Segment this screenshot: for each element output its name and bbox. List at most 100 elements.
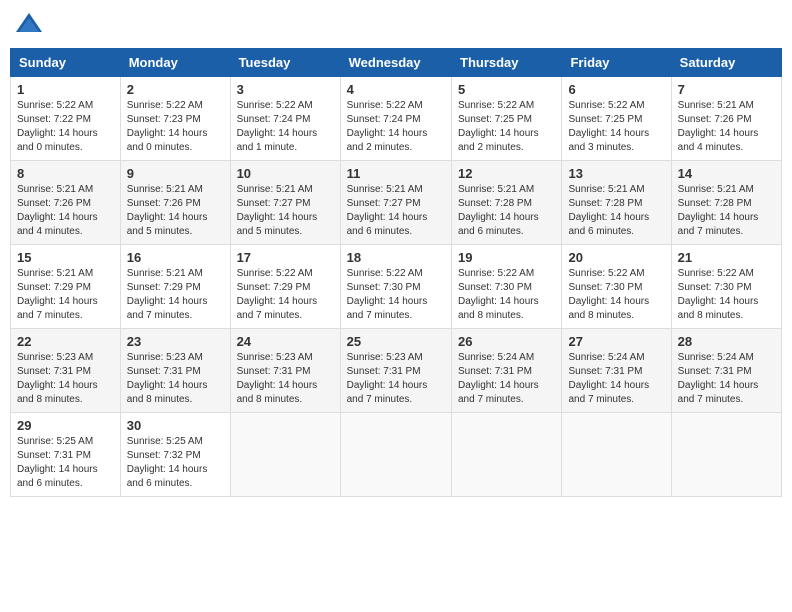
calendar-cell: 2 Sunrise: 5:22 AMSunset: 7:23 PMDaylight… [120,77,230,161]
cell-line: Daylight: 14 hours [17,380,98,391]
calendar-cell: 3Sunrise: 5:22 AMSunset: 7:24 PMDaylight… [230,77,340,161]
calendar-cell: 10Sunrise: 5:21 AMSunset: 7:27 PMDayligh… [230,161,340,245]
cell-line: and 8 minutes. [678,310,744,321]
calendar-cell: 21Sunrise: 5:22 AMSunset: 7:30 PMDayligh… [671,245,781,329]
cell-content: Sunrise: 5:21 AMSunset: 7:27 PMDaylight:… [237,183,334,239]
calendar-cell: 8Sunrise: 5:21 AMSunset: 7:26 PMDaylight… [11,161,121,245]
cell-line: Daylight: 14 hours [458,296,539,307]
cell-line: Sunrise: 5:22 AM [127,100,203,111]
calendar-cell: 5Sunrise: 5:22 AMSunset: 7:25 PMDaylight… [452,77,562,161]
cell-line: and 7 minutes. [568,394,634,405]
cell-content: Sunrise: 5:22 AMSunset: 7:23 PMDaylight:… [127,99,224,155]
cell-line: Sunset: 7:25 PM [458,114,532,125]
cell-line: Sunset: 7:24 PM [347,114,421,125]
calendar-cell: 26Sunrise: 5:24 AMSunset: 7:31 PMDayligh… [452,329,562,413]
cell-line: Sunrise: 5:22 AM [458,100,534,111]
cell-line: Daylight: 14 hours [568,212,649,223]
cell-content: Sunrise: 5:21 AMSunset: 7:28 PMDaylight:… [458,183,555,239]
cell-content: Sunrise: 5:21 AMSunset: 7:29 PMDaylight:… [17,267,114,323]
calendar-cell [452,413,562,497]
calendar-cell: 15Sunrise: 5:21 AMSunset: 7:29 PMDayligh… [11,245,121,329]
logo-icon [14,10,44,40]
day-number: 30 [127,418,224,433]
calendar-cell: 14Sunrise: 5:21 AMSunset: 7:28 PMDayligh… [671,161,781,245]
cell-content: Sunrise: 5:22 AMSunset: 7:30 PMDaylight:… [678,267,775,323]
col-friday: Friday [562,49,671,77]
cell-line: and 7 minutes. [17,310,83,321]
cell-line: and 7 minutes. [678,226,744,237]
calendar-cell: 7Sunrise: 5:21 AMSunset: 7:26 PMDaylight… [671,77,781,161]
cell-line: Sunrise: 5:24 AM [678,352,754,363]
cell-line: Sunset: 7:30 PM [458,282,532,293]
cell-line: Daylight: 14 hours [127,464,208,475]
day-number: 2 [127,82,224,97]
day-number: 12 [458,166,555,181]
cell-line: Daylight: 14 hours [678,380,759,391]
calendar-table: Sunday Monday Tuesday Wednesday Thursday… [10,48,782,497]
cell-line: Daylight: 14 hours [678,128,759,139]
logo [14,10,48,40]
day-number: 3 [237,82,334,97]
cell-line: Sunset: 7:29 PM [237,282,311,293]
cell-content: Sunrise: 5:23 AMSunset: 7:31 PMDaylight:… [17,351,114,407]
cell-line: Sunset: 7:28 PM [678,198,752,209]
cell-content: Sunrise: 5:22 AMSunset: 7:24 PMDaylight:… [347,99,445,155]
cell-content: Sunrise: 5:24 AMSunset: 7:31 PMDaylight:… [678,351,775,407]
cell-line: and 2 minutes. [347,142,413,153]
cell-line: Sunrise: 5:22 AM [17,100,93,111]
cell-line: Daylight: 14 hours [17,128,98,139]
cell-line: Sunrise: 5:21 AM [17,184,93,195]
cell-line: Sunset: 7:31 PM [127,366,201,377]
cell-line: Daylight: 14 hours [458,380,539,391]
calendar-cell: 4Sunrise: 5:22 AMSunset: 7:24 PMDaylight… [340,77,451,161]
cell-line: and 2 minutes. [458,142,524,153]
col-saturday: Saturday [671,49,781,77]
cell-line: Sunrise: 5:21 AM [127,184,203,195]
cell-line: Daylight: 14 hours [347,296,428,307]
cell-line: Daylight: 14 hours [678,212,759,223]
day-number: 29 [17,418,114,433]
cell-content: Sunrise: 5:23 AMSunset: 7:31 PMDaylight:… [127,351,224,407]
calendar-header-row: Sunday Monday Tuesday Wednesday Thursday… [11,49,782,77]
calendar-cell: 12 Sunrise: 5:21 AMSunset: 7:28 PMDayligh… [452,161,562,245]
col-wednesday: Wednesday [340,49,451,77]
calendar-cell: 1Sunrise: 5:22 AMSunset: 7:22 PMDaylight… [11,77,121,161]
cell-line: Daylight: 14 hours [458,212,539,223]
cell-line: and 4 minutes. [678,142,744,153]
cell-line: Daylight: 14 hours [458,128,539,139]
day-number: 27 [568,334,664,349]
cell-line: Sunrise: 5:21 AM [237,184,313,195]
cell-line: Daylight: 14 hours [127,296,208,307]
day-number: 28 [678,334,775,349]
cell-content: Sunrise: 5:22 AM Sunset: 7:25 PM Daylight:… [458,99,555,155]
calendar-cell: 16Sunrise: 5:21 AMSunset: 7:29 PMDayligh… [120,245,230,329]
cell-line: and 8 minutes. [568,310,634,321]
calendar-cell [340,413,451,497]
cell-line: Sunset: 7:31 PM [17,450,91,461]
cell-line: and 6 minutes. [17,478,83,489]
calendar-cell: 17Sunrise: 5:22 AMSunset: 7:29 PMDayligh… [230,245,340,329]
cell-line: Daylight: 14 hours [568,380,649,391]
calendar-cell: 28 Sunrise: 5:24 AMSunset: 7:31 PMDayligh… [671,329,781,413]
cell-line: Sunset: 7:29 PM [17,282,91,293]
calendar-cell: 25Sunrise: 5:23 AMSunset: 7:31 PMDayligh… [340,329,451,413]
cell-line: Daylight: 14 hours [237,296,318,307]
cell-content: Sunrise: 5:21 AMSunset: 7:28 PMDaylight:… [568,183,664,239]
cell-line: and 7 minutes. [458,394,524,405]
col-sunday: Sunday [11,49,121,77]
day-number: 16 [127,250,224,265]
cell-line: Daylight: 14 hours [678,296,759,307]
cell-line: Sunrise: 5:21 AM [17,268,93,279]
calendar-week-4: 22Sunrise: 5:23 AMSunset: 7:31 PMDayligh… [11,329,782,413]
cell-line: and 7 minutes. [347,310,413,321]
cell-content: Sunrise: 5:24 AMSunset: 7:31 PMDaylight:… [458,351,555,407]
cell-line: Sunset: 7:29 PM [127,282,201,293]
day-number: 15 [17,250,114,265]
calendar-cell: 27Sunrise: 5:24 AMSunset: 7:31 PMDayligh… [562,329,671,413]
day-number: 1 [17,82,114,97]
cell-line: Sunset: 7:30 PM [568,282,642,293]
day-number: 14 [678,166,775,181]
cell-content: Sunrise: 5:22 AMSunset: 7:25 PMDaylight:… [568,99,664,155]
calendar-cell: 19Sunrise: 5:22 AMSunset: 7:30 PMDayligh… [452,245,562,329]
cell-line: Sunset: 7:30 PM [347,282,421,293]
